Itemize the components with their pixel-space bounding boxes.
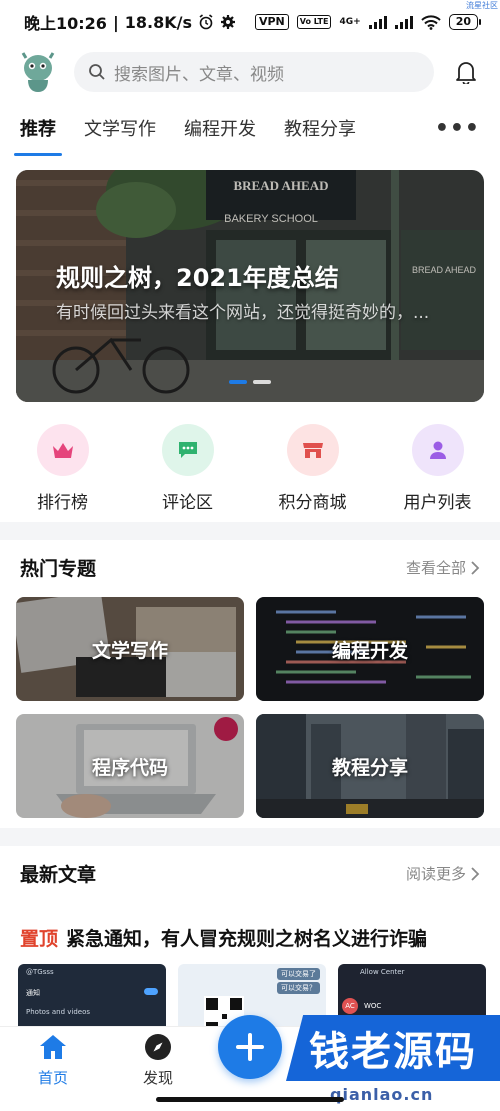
topic-card-tutorial[interactable]: 教程分享 — [256, 714, 484, 818]
watermark-logo: 钱老源码 — [286, 1015, 500, 1081]
thumb-header: @TGsss — [26, 968, 54, 976]
topic-card-literature[interactable]: 文学写作 — [16, 597, 244, 701]
pinned-tag: 置顶 — [20, 928, 59, 950]
quick-link-store[interactable]: 积分商城 — [250, 424, 375, 513]
gesture-home-bar — [156, 1097, 344, 1102]
topic-card-programming[interactable]: 编程开发 — [256, 597, 484, 701]
nav-home[interactable]: 首页 — [18, 1033, 88, 1088]
corner-tag: 流星社区 — [466, 1, 498, 10]
compass-icon — [145, 1034, 171, 1060]
hot-topics-section: 热门专题 查看全部 文学写作 编程开发 程序代码 教程分享 — [0, 540, 500, 828]
quick-link-comments[interactable]: 评论区 — [125, 424, 250, 513]
create-post-button[interactable] — [218, 1015, 282, 1079]
pinned-article-title[interactable]: 置顶 紧急通知，有人冒充规则之树名义进行诈骗 — [20, 924, 427, 951]
hot-topics-header: 热门专题 查看全部 — [20, 554, 480, 581]
nav-label: 首页 — [37, 1069, 68, 1087]
chat-bubble: 可以交易了 — [277, 968, 320, 980]
tab-tutorial[interactable]: 教程分享 — [284, 100, 356, 156]
thumb-tag: AC — [342, 998, 358, 1014]
thumb-row: Photos and videos — [26, 1008, 91, 1016]
banner-title: 规则之树，2021年度总结 — [56, 264, 339, 292]
notification-button[interactable] — [448, 54, 484, 90]
topic-label: 程序代码 — [91, 756, 168, 779]
thumb-header: Allow Center — [360, 968, 405, 976]
status-time: 晚上10:26 — [24, 14, 107, 33]
featured-banner[interactable]: BREAD AHEAD BAKERY SCHOOL BREAD AHEAD 规则… — [16, 170, 484, 402]
nav-label: 发现 — [142, 1069, 173, 1087]
store-icon — [286, 424, 339, 476]
gear-icon — [221, 15, 236, 29]
battery-icon: 20 — [448, 14, 482, 30]
volte-badge: Vo LTE — [296, 15, 332, 29]
chevron-right-icon — [471, 560, 480, 575]
comment-icon — [161, 424, 214, 476]
quick-link-label: 积分商城 — [278, 493, 347, 513]
bell-icon — [456, 62, 476, 84]
status-bar: 晚上10:26 | 18.8K/s VPN Vo LTE 4G+ 20 流星社区 — [0, 0, 500, 44]
tab-recommend[interactable]: 推荐 — [14, 100, 62, 156]
thumb-row: WOC — [364, 1002, 382, 1010]
search-icon — [89, 64, 105, 80]
tab-literature[interactable]: 文学写作 — [84, 100, 156, 156]
crown-icon — [36, 424, 89, 476]
topic-label: 教程分享 — [331, 756, 408, 779]
carousel-dot[interactable] — [253, 380, 271, 384]
more-tabs-button[interactable]: ••• — [435, 116, 480, 141]
vpn-badge: VPN — [254, 14, 289, 30]
tab-programming[interactable]: 编程开发 — [184, 100, 256, 156]
pinned-article-text: 紧急通知，有人冒充规则之树名义进行诈骗 — [66, 928, 428, 950]
chat-bubble: 可以交易？ — [277, 982, 320, 994]
quick-link-users[interactable]: 用户列表 — [375, 424, 500, 513]
alarm-icon — [199, 14, 213, 30]
quick-links: 排行榜 评论区 积分商城 用户列表 — [0, 424, 500, 513]
wifi-icon — [420, 14, 441, 30]
toggle — [144, 988, 158, 995]
topic-label: 文学写作 — [91, 639, 168, 662]
latest-title: 最新文章 — [20, 864, 97, 886]
read-more-link[interactable]: 阅读更多 — [406, 863, 480, 884]
app-bar: 搜索图片、文章、视频 — [0, 44, 500, 100]
topic-card-code[interactable]: 程序代码 — [16, 714, 244, 818]
hot-topics-title: 热门专题 — [20, 558, 97, 580]
search-bar[interactable]: 搜索图片、文章、视频 — [74, 52, 434, 92]
quick-link-label: 用户列表 — [403, 493, 472, 513]
avatar[interactable] — [16, 50, 60, 94]
status-left: 晚上10:26 | 18.8K/s — [24, 10, 236, 34]
carousel-dot[interactable] — [229, 380, 247, 384]
latest-header: 最新文章 阅读更多 — [20, 860, 480, 887]
main-content: BREAD AHEAD BAKERY SCHOOL BREAD AHEAD 规则… — [0, 156, 500, 522]
topic-label: 编程开发 — [331, 639, 408, 662]
status-divider: | — [112, 12, 119, 32]
carousel-dots — [16, 380, 484, 384]
quick-link-label: 排行榜 — [37, 493, 88, 513]
plus-icon — [236, 1033, 264, 1061]
signal-icon-2 — [394, 15, 413, 29]
banner-subtitle: 有时候回过头来看这个网站，还觉得挺奇妙的，... — [56, 303, 430, 323]
signal-icon — [368, 15, 387, 29]
view-all-link[interactable]: 查看全部 — [406, 557, 480, 578]
category-tabs: 推荐 文学写作 编程开发 教程分享 ••• — [0, 100, 500, 156]
search-placeholder: 搜索图片、文章、视频 — [114, 64, 284, 85]
status-speed: 18.8K/s — [124, 12, 193, 32]
bottom-nav: 首页 发现 钱老源码 qianlao.cn — [0, 1015, 500, 1111]
user-icon — [411, 424, 464, 476]
view-all-label: 查看全部 — [405, 559, 466, 577]
read-more-label: 阅读更多 — [405, 865, 466, 883]
quick-link-ranking[interactable]: 排行榜 — [0, 424, 125, 513]
watermark-url: qianlao.cn — [330, 1085, 434, 1104]
quick-link-label: 评论区 — [162, 493, 213, 513]
network-type: 4G+ — [339, 17, 361, 27]
home-icon — [40, 1035, 66, 1059]
nav-discover[interactable]: 发现 — [123, 1033, 193, 1088]
thumb-row: 通知 — [26, 989, 40, 997]
chevron-right-icon — [471, 866, 480, 881]
status-right: VPN Vo LTE 4G+ 20 — [254, 14, 482, 30]
